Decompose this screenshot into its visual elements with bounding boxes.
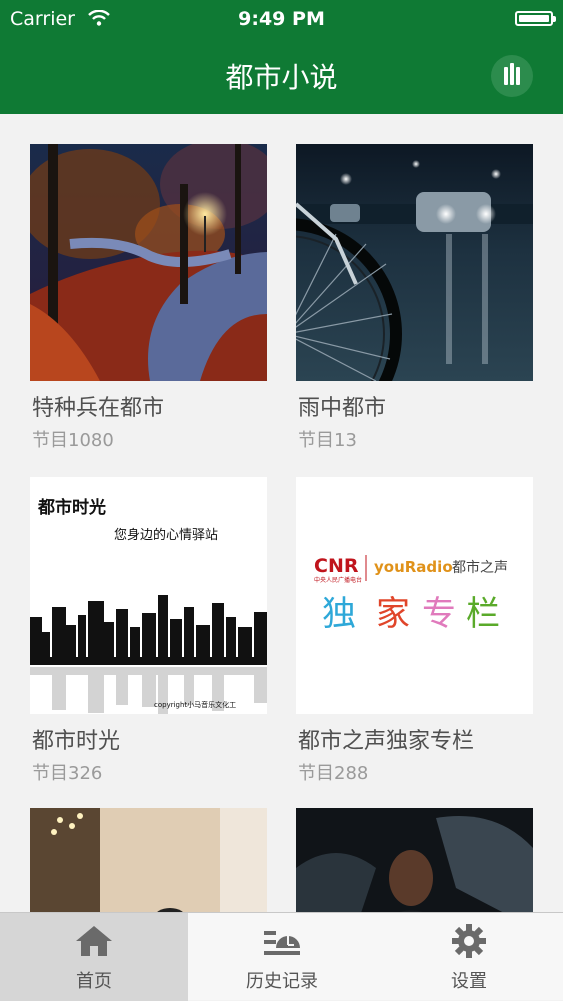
battery-icon (515, 11, 556, 26)
album-cover (30, 808, 267, 912)
tagline-char: 栏 (466, 594, 500, 634)
cnr-logo: CNR (314, 555, 359, 577)
tagline-char: 独 (322, 594, 356, 634)
clock: 9:49 PM (238, 8, 325, 30)
tagline-char: 家 (376, 594, 410, 634)
equalizer-icon (504, 67, 508, 85)
episode-count: 节目326 (32, 763, 103, 784)
album-card[interactable] (30, 808, 267, 912)
cnr-youradio-cover: CNR 中央人民广播电台 youRadio 都市之声 独 家 专 栏 (296, 477, 533, 714)
tagline-char: 专 (422, 594, 456, 634)
equalizer-bar (516, 67, 520, 85)
autumn-park-photo (30, 144, 267, 381)
cover-copyright: copyright小马音乐文化工 (154, 700, 236, 709)
album-cover (296, 144, 533, 381)
tab-settings[interactable]: 设置 (375, 913, 563, 1001)
album-card[interactable]: 都市时光 您身边的心情驿站 copyright小马音乐文化工 都市时光 节目32… (30, 477, 267, 784)
episode-count: 节目13 (298, 430, 357, 451)
album-cover: CNR 中央人民广播电台 youRadio 都市之声 独 家 专 栏 (296, 477, 533, 714)
page-title: 都市小说 (225, 61, 338, 94)
tab-bar: 首页 历史记录 设置 (0, 912, 563, 1001)
youradio-logo: youRadio (374, 558, 453, 576)
album-card[interactable] (296, 808, 533, 912)
episode-count: 节目1080 (32, 430, 114, 451)
album-grid: 特种兵在都市 节目1080 雨中都市 节目13 都市时光 您身边的心情驿站 co… (0, 114, 563, 912)
tab-history[interactable]: 历史记录 (188, 913, 376, 1001)
tab-label: 首页 (76, 971, 112, 992)
station-name: 都市之声 (452, 559, 508, 576)
navigation-bar: 都市小说 (0, 38, 563, 114)
album-cover (30, 144, 267, 381)
cover-heading: 都市时光 (37, 497, 106, 518)
interior-room-photo (30, 808, 267, 912)
rainy-street-photo (296, 144, 533, 381)
history-icon (264, 931, 300, 955)
album-title: 都市时光 (32, 729, 121, 754)
album-title: 雨中都市 (298, 396, 387, 421)
album-title: 特种兵在都市 (32, 396, 165, 421)
tab-label: 历史记录 (246, 971, 318, 992)
tab-label: 设置 (451, 971, 487, 992)
status-bar: Carrier 9:49 PM (0, 0, 563, 38)
now-playing-button[interactable] (491, 55, 533, 97)
album-title: 都市之声独家专栏 (298, 729, 475, 754)
album-cover: 都市时光 您身边的心情驿站 copyright小马音乐文化工 (30, 477, 267, 714)
tab-home[interactable]: 首页 (0, 913, 188, 1001)
city-skyline-cover: 都市时光 您身边的心情驿站 copyright小马音乐文化工 (30, 477, 267, 714)
equalizer-bar (510, 63, 514, 85)
cover-subheading: 您身边的心情驿站 (114, 527, 218, 543)
gear-icon (452, 924, 486, 958)
home-icon (76, 926, 112, 956)
cnr-subtitle: 中央人民广播电台 (314, 576, 362, 584)
album-cover (296, 808, 533, 912)
album-card[interactable]: 特种兵在都市 节目1080 (30, 144, 267, 451)
episode-count: 节目288 (298, 763, 369, 784)
dark-portrait-photo (296, 808, 533, 912)
album-card[interactable]: 雨中都市 节目13 (296, 144, 533, 451)
album-card[interactable]: CNR 中央人民广播电台 youRadio 都市之声 独 家 专 栏 都市之声独… (296, 477, 533, 784)
